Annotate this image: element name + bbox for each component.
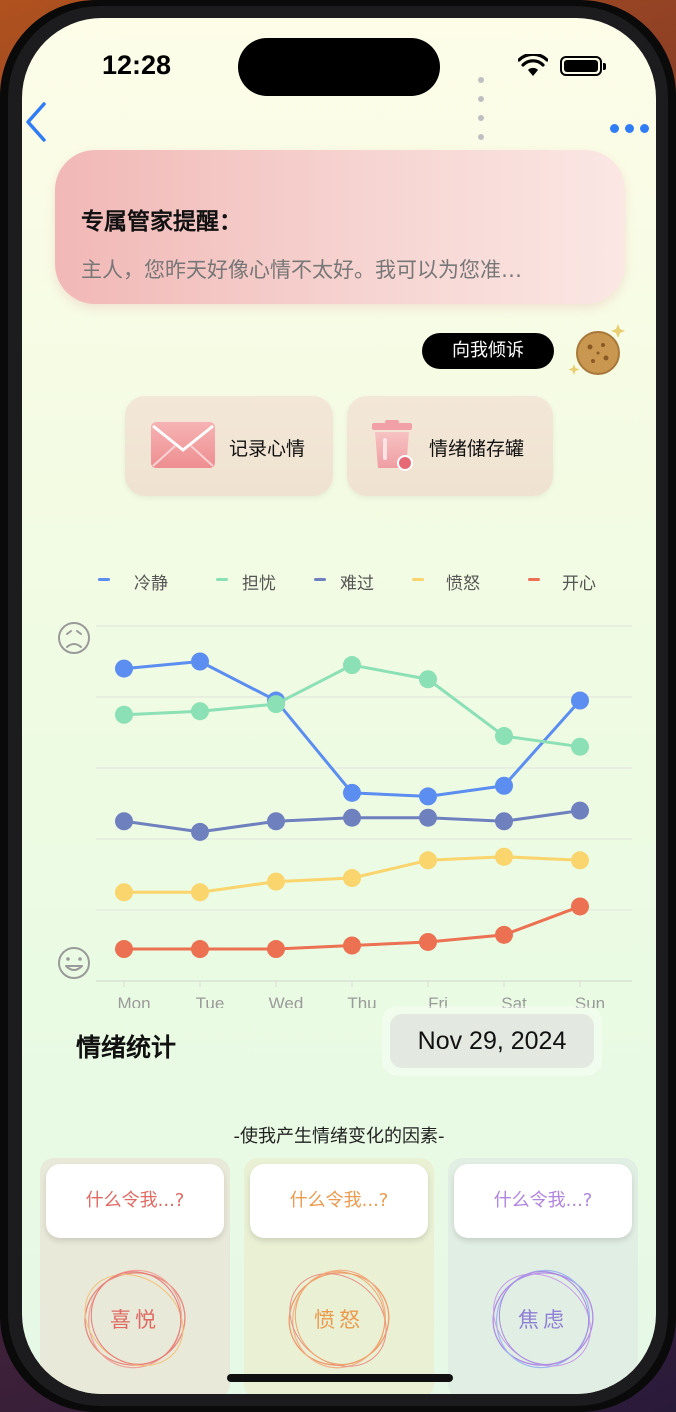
dynamic-island	[238, 38, 440, 96]
data-point-2-6[interactable]	[571, 801, 589, 820]
happy-face-icon	[58, 947, 90, 979]
confide-button[interactable]: 向我倾诉	[422, 333, 554, 369]
battery-icon	[560, 56, 606, 76]
data-point-0-1[interactable]	[191, 652, 209, 671]
wifi-icon	[518, 54, 548, 76]
signal-icon	[478, 68, 486, 144]
data-point-0-5[interactable]	[495, 776, 513, 795]
record-mood-button[interactable]: 记录心情	[125, 396, 333, 496]
emotion-stats-title: 情绪统计	[76, 1033, 177, 1062]
factor-emotion-anger: 愤怒	[314, 1308, 364, 1332]
date-picker[interactable]: Nov 29, 2024	[382, 1006, 602, 1076]
back-chevron-icon[interactable]	[22, 100, 52, 144]
factor-question-anxiety[interactable]: 什么令我...?	[454, 1164, 632, 1238]
data-point-1-6[interactable]	[571, 737, 589, 756]
factor-emotion-anxiety: 焦虑	[518, 1308, 568, 1332]
data-point-3-0[interactable]	[115, 883, 133, 902]
data-point-3-5[interactable]	[495, 847, 513, 866]
data-point-4-6[interactable]	[571, 897, 589, 916]
emotion-line-chart: 冷静 担忧 难过 愤怒 开心 Mon Tue Wed Thu Fri Sat Sun	[22, 558, 656, 1008]
data-point-2-1[interactable]	[191, 822, 209, 841]
data-point-4-0[interactable]	[115, 940, 133, 959]
home-indicator[interactable]	[227, 1374, 453, 1382]
data-point-3-1[interactable]	[191, 883, 209, 902]
factor-card-anger[interactable]: 什么令我...? 愤怒	[244, 1158, 434, 1394]
data-point-2-4[interactable]	[419, 808, 437, 827]
data-point-3-3[interactable]	[343, 869, 361, 888]
envelope-icon	[151, 422, 215, 468]
data-point-2-5[interactable]	[495, 812, 513, 831]
record-mood-label: 记录心情	[229, 438, 306, 460]
reminder-message: 主人，您昨天好像心情不太好。我可以为您准…	[81, 258, 522, 282]
date-value[interactable]: Nov 29, 2024	[390, 1014, 594, 1068]
data-point-3-2[interactable]	[267, 872, 285, 891]
factor-card-joy[interactable]: 什么令我...? 喜悦	[40, 1158, 230, 1394]
factors-title: -使我产生情绪变化的因素-	[233, 1126, 445, 1147]
emotion-jar-button[interactable]: 情绪储存罐	[347, 396, 553, 496]
x-tick-label: Thu	[347, 994, 376, 1008]
data-point-1-4[interactable]	[419, 670, 437, 689]
reminder-title: 专属管家提醒：	[81, 209, 242, 235]
app-screen: 12:28 专属管家提醒： 主人，您昨天好像心情不太好。我可以为您准… 向我倾诉	[22, 18, 656, 1394]
data-point-2-0[interactable]	[115, 812, 133, 831]
data-point-0-3[interactable]	[343, 783, 361, 802]
data-point-1-0[interactable]	[115, 705, 133, 724]
data-point-4-4[interactable]	[419, 932, 437, 951]
data-point-3-6[interactable]	[571, 851, 589, 870]
sad-face-icon	[58, 622, 90, 654]
data-point-0-6[interactable]	[571, 691, 589, 710]
data-point-4-1[interactable]	[191, 940, 209, 959]
data-point-4-2[interactable]	[267, 940, 285, 959]
data-point-1-5[interactable]	[495, 727, 513, 746]
factor-question-anger[interactable]: 什么令我...?	[250, 1164, 428, 1238]
factor-question-joy[interactable]: 什么令我...?	[46, 1164, 224, 1238]
data-point-1-1[interactable]	[191, 702, 209, 721]
data-point-0-0[interactable]	[115, 659, 133, 678]
factor-emotion-joy: 喜悦	[110, 1308, 160, 1332]
data-point-4-5[interactable]	[495, 925, 513, 944]
data-point-0-4[interactable]	[419, 787, 437, 806]
data-point-2-2[interactable]	[267, 812, 285, 831]
status-time: 12:28	[102, 50, 172, 80]
series-line-0	[123, 660, 582, 798]
data-point-4-3[interactable]	[343, 936, 361, 955]
chart-plot-area: Mon Tue Wed Thu Fri Sat Sun	[58, 622, 632, 1008]
x-tick-label: Mon	[117, 994, 150, 1008]
x-tick-label: Tue	[196, 994, 225, 1008]
data-point-2-3[interactable]	[343, 808, 361, 827]
emotion-jar-label: 情绪储存罐	[429, 438, 525, 460]
data-point-3-4[interactable]	[419, 851, 437, 870]
cookie-mascot-icon[interactable]	[568, 320, 630, 382]
butler-reminder-card[interactable]: 专属管家提醒： 主人，您昨天好像心情不太好。我可以为您准…	[55, 150, 625, 304]
x-tick-label: Wed	[269, 994, 304, 1008]
more-options-icon[interactable]	[610, 118, 655, 137]
trash-bin-icon	[372, 420, 413, 471]
data-point-1-3[interactable]	[343, 656, 361, 675]
factor-card-anxiety[interactable]: 什么令我...? 焦虑	[448, 1158, 638, 1394]
data-point-1-2[interactable]	[267, 695, 285, 714]
